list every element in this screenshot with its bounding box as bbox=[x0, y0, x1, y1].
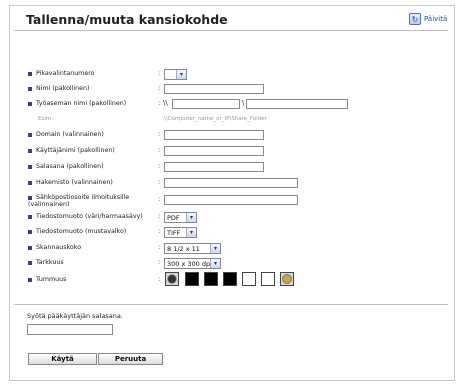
tiedosto-mv-select[interactable]: TIFF ▾ bbox=[164, 227, 197, 238]
bullet-icon bbox=[28, 260, 32, 265]
example-label: Esim.: bbox=[38, 116, 55, 122]
row-sahkoposti: Sähköpostiosoite ilmoituksille bbox=[28, 194, 129, 201]
tyoasema-separator: \ bbox=[242, 99, 245, 107]
chevron-down-icon: ▾ bbox=[210, 259, 220, 268]
cancel-button[interactable]: Peruuta bbox=[98, 353, 163, 365]
bullet-icon bbox=[28, 195, 32, 200]
tarkkuus-select[interactable]: 300 x 300 dpi ▾ bbox=[164, 258, 221, 269]
row-tiedosto-mv: Tiedostomuoto (mustavalko) bbox=[28, 228, 126, 235]
example-text: \\Computer_name_or_IP\Share_Folder bbox=[164, 116, 267, 122]
label-nimi: Nimi (pakollinen) bbox=[36, 85, 90, 92]
bullet-icon bbox=[28, 71, 32, 76]
chevron-down-icon: ▾ bbox=[186, 228, 196, 237]
sahkoposti-input[interactable] bbox=[164, 195, 298, 205]
label-sahkoposti-2: (valinnainen) bbox=[28, 201, 70, 208]
admin-password-label: Syötä pääkäyttäjän salasana. bbox=[27, 312, 123, 320]
bullet-icon bbox=[28, 245, 32, 250]
bullet-icon bbox=[28, 132, 32, 137]
bullet-icon bbox=[28, 180, 32, 185]
label-tyoasema: Työaseman nimi (pakollinen) bbox=[36, 100, 127, 107]
bullet-icon bbox=[28, 101, 32, 106]
bullet-icon bbox=[28, 86, 32, 91]
chevron-down-icon: ▾ bbox=[176, 70, 186, 79]
hakemisto-input[interactable] bbox=[164, 178, 298, 188]
domain-input[interactable] bbox=[164, 130, 264, 140]
darker-icon[interactable] bbox=[165, 272, 179, 286]
refresh-button[interactable]: ↻ Päivitä bbox=[409, 13, 447, 25]
bullet-icon bbox=[28, 148, 32, 153]
admin-password-input[interactable] bbox=[27, 324, 113, 335]
colon: : bbox=[158, 69, 161, 77]
label-tiedosto-vari: Tiedostomuoto (väri/harmaasävy) bbox=[36, 213, 143, 220]
label-salasana: Salasana (pakollinen) bbox=[36, 163, 104, 170]
colon: : bbox=[158, 130, 161, 138]
row-domain: Domain (valinnainen) bbox=[28, 131, 104, 138]
header-divider bbox=[14, 30, 448, 31]
tyoasema-computer-input[interactable] bbox=[172, 99, 240, 109]
row-kayttajanimi: Käyttäjänimi (pakollinen) bbox=[28, 147, 115, 154]
row-hakemisto: Hakemisto (valinnainen) bbox=[28, 179, 113, 186]
label-domain: Domain (valinnainen) bbox=[36, 131, 104, 138]
row-tarkkuus: Tarkkuus bbox=[28, 259, 64, 266]
row-tiedosto-vari: Tiedostomuoto (väri/harmaasävy) bbox=[28, 213, 143, 220]
row-pikavalinta: Pikavalintanumero bbox=[28, 70, 95, 77]
darkness-level-2[interactable] bbox=[204, 272, 218, 286]
label-tarkkuus: Tarkkuus bbox=[36, 259, 64, 266]
label-tiedosto-mv: Tiedostomuoto (mustavalko) bbox=[36, 228, 127, 235]
tarkkuus-value: 300 x 300 dpi bbox=[167, 259, 212, 268]
tiedosto-vari-value: PDF bbox=[167, 213, 180, 222]
chevron-down-icon: ▾ bbox=[186, 213, 196, 222]
row-tummuus: Tummuus bbox=[28, 276, 66, 283]
bullet-icon bbox=[28, 214, 32, 219]
darker-dot bbox=[167, 274, 177, 284]
darkness-level-4[interactable] bbox=[242, 272, 256, 286]
tiedosto-mv-value: TIFF bbox=[167, 228, 181, 237]
bullet-icon bbox=[28, 277, 32, 282]
colon: : bbox=[158, 84, 161, 92]
darkness-level-1[interactable] bbox=[185, 272, 199, 286]
bullet-icon bbox=[28, 164, 32, 169]
pikavalinta-select[interactable]: ▾ bbox=[164, 69, 187, 80]
colon: : bbox=[158, 258, 161, 266]
label-pikavalinta: Pikavalintanumero bbox=[36, 70, 95, 77]
colon: : bbox=[158, 275, 161, 283]
row-nimi: Nimi (pakollinen) bbox=[28, 85, 90, 92]
bullet-icon bbox=[28, 229, 32, 234]
refresh-icon: ↻ bbox=[409, 13, 421, 25]
row-salasana: Salasana (pakollinen) bbox=[28, 163, 104, 170]
label-sahkoposti-1: Sähköpostiosoite ilmoituksille bbox=[36, 194, 130, 201]
row-tyoasema: Työaseman nimi (pakollinen) bbox=[28, 100, 126, 107]
nimi-input[interactable] bbox=[164, 84, 264, 94]
colon: : bbox=[158, 178, 161, 186]
skannauskoko-value: 8 1/2 x 11 bbox=[167, 244, 200, 253]
skannauskoko-select[interactable]: 8 1/2 x 11 ▾ bbox=[164, 243, 221, 254]
darkness-level-3[interactable] bbox=[223, 272, 237, 286]
colon: : bbox=[158, 212, 161, 220]
admin-divider bbox=[14, 304, 448, 305]
tyoasema-prefix: \\ bbox=[163, 99, 168, 107]
chevron-down-icon: ▾ bbox=[210, 244, 220, 253]
tiedosto-vari-select[interactable]: PDF ▾ bbox=[164, 212, 197, 223]
refresh-label: Päivitä bbox=[424, 15, 448, 23]
label-hakemisto: Hakemisto (valinnainen) bbox=[36, 179, 113, 186]
label-kayttajanimi: Käyttäjänimi (pakollinen) bbox=[36, 147, 115, 154]
label-skannauskoko: Skannauskoko bbox=[36, 244, 82, 251]
lighter-icon[interactable] bbox=[280, 272, 294, 286]
row-skannauskoko: Skannauskoko bbox=[28, 244, 81, 251]
colon: : bbox=[158, 162, 161, 170]
colon: : bbox=[158, 99, 161, 107]
page-title: Tallenna/muuta kansiokohde bbox=[26, 12, 228, 27]
darkness-level-5[interactable] bbox=[261, 272, 275, 286]
label-tummuus: Tummuus bbox=[36, 276, 67, 283]
colon: : bbox=[158, 146, 161, 154]
colon: : bbox=[158, 195, 161, 203]
lighter-dot bbox=[282, 274, 292, 284]
kayttajanimi-input[interactable] bbox=[164, 146, 264, 156]
colon: : bbox=[158, 227, 161, 235]
colon: : bbox=[158, 243, 161, 251]
salasana-input[interactable] bbox=[164, 162, 264, 172]
apply-button[interactable]: Käytä bbox=[28, 353, 97, 365]
tyoasema-share-input[interactable] bbox=[246, 99, 348, 109]
